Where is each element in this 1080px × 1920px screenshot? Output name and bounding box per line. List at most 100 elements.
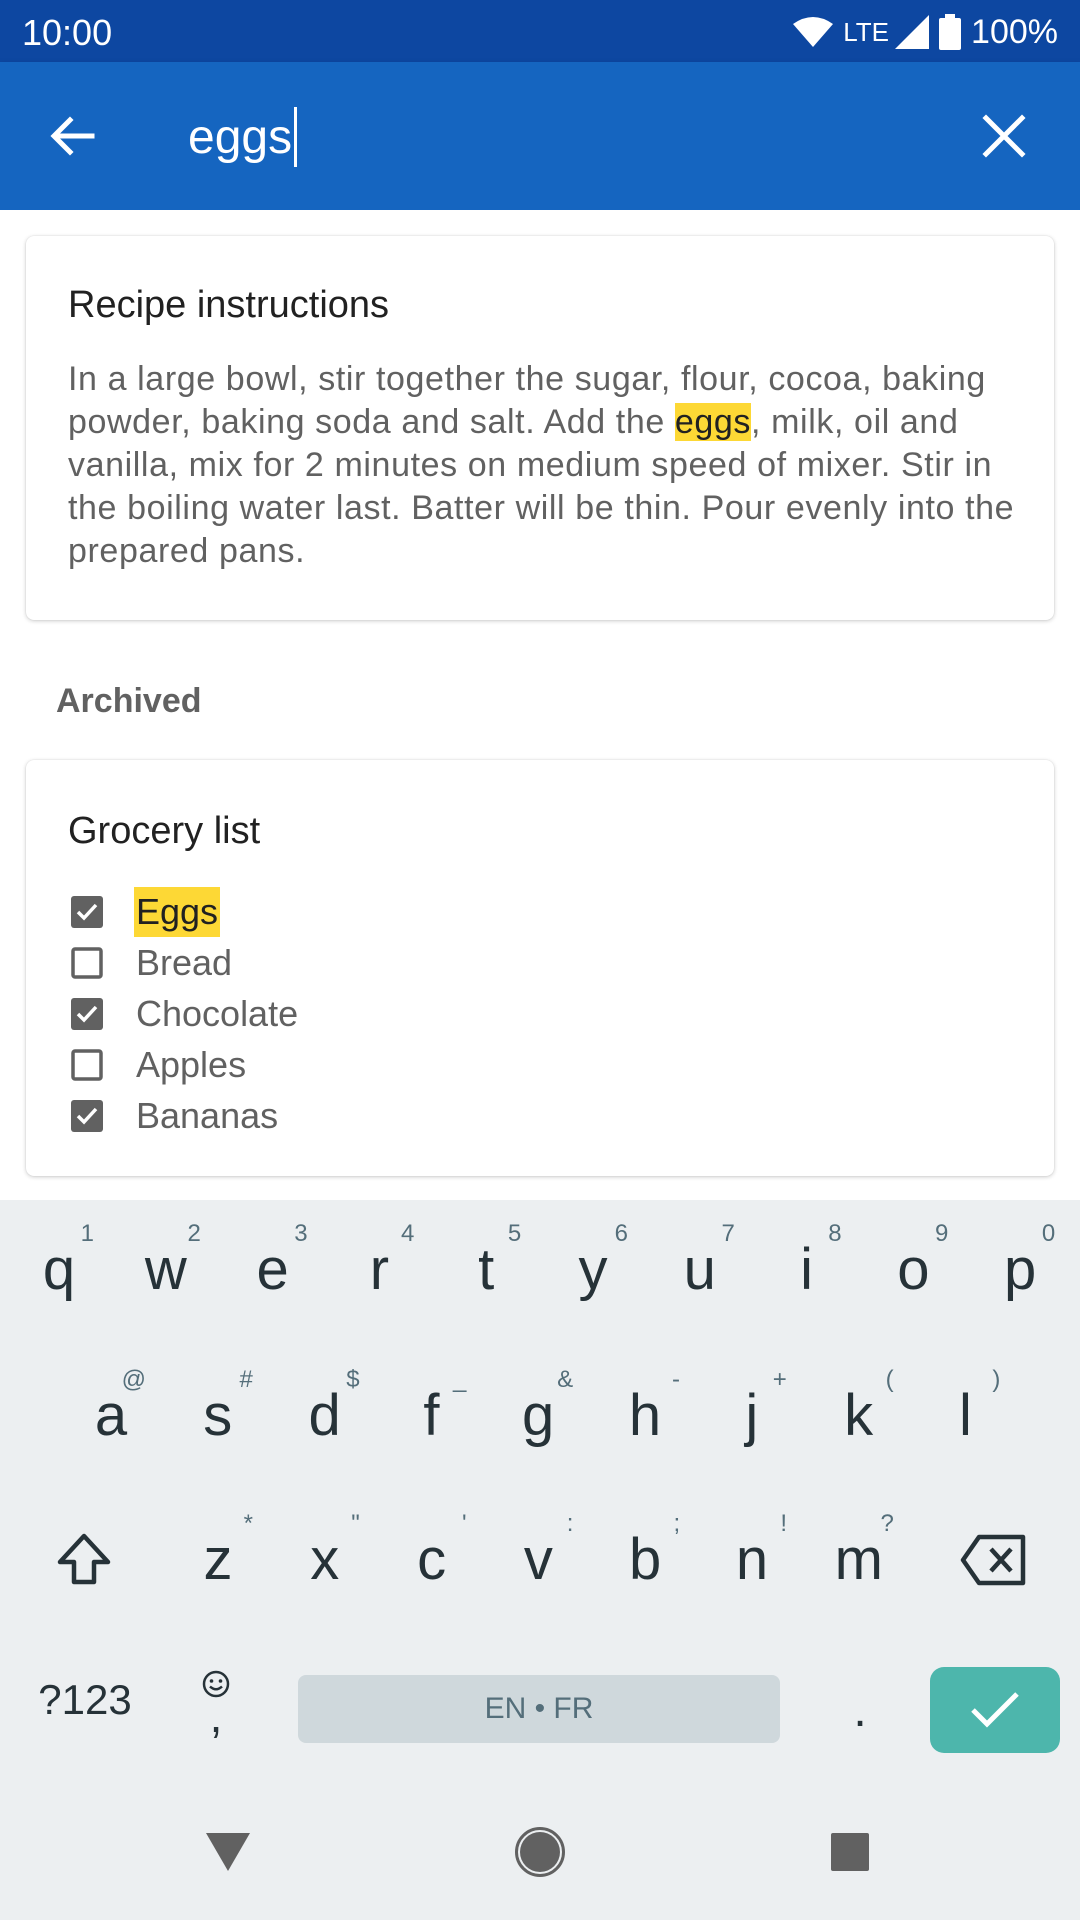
key-o[interactable]: o9 [860, 1200, 966, 1340]
navigation-bar [0, 1782, 1080, 1920]
key-label: a [94, 1383, 128, 1448]
nav-recents-icon[interactable] [810, 1812, 890, 1892]
key-h[interactable]: h- [592, 1346, 698, 1486]
key-x[interactable]: x " [272, 1490, 378, 1630]
search-results: Recipe instructions In a large bowl, sti… [0, 210, 1080, 1200]
keyboard-row-1: q1w2e3r4t5y6u7i8o9p0 [0, 1200, 1080, 1340]
key-t[interactable]: t5 [433, 1200, 539, 1340]
key-label: p [1004, 1237, 1037, 1302]
key-hint: 2 [187, 1220, 201, 1247]
key-v[interactable]: v: [485, 1490, 591, 1630]
key-label: f [423, 1383, 440, 1448]
key-label: u [683, 1237, 716, 1302]
key-hint: : [566, 1510, 574, 1537]
note-card-grocery[interactable]: Grocery list Eggs Bread Chocolate Apples Ban… [26, 760, 1054, 1176]
key-b[interactable]: b; [592, 1490, 698, 1630]
key-k[interactable]: k( [806, 1346, 912, 1486]
network-type: LTE [843, 16, 890, 47]
key-label: b [629, 1527, 662, 1592]
key-hint: 8 [828, 1220, 842, 1247]
key-a[interactable]: a @ [58, 1346, 164, 1486]
checkbox-checked-icon[interactable] [70, 997, 104, 1031]
key-label: n [735, 1527, 769, 1592]
backspace-key[interactable] [934, 1490, 1054, 1630]
key-hint: $ [346, 1366, 360, 1393]
key-z[interactable]: z * [165, 1490, 271, 1630]
comma-label: , [209, 1690, 223, 1742]
checkbox-checked-icon[interactable] [70, 1099, 104, 1133]
key-hint: ' [462, 1510, 467, 1537]
key-label: o [897, 1237, 930, 1302]
nav-back-icon[interactable] [188, 1812, 268, 1892]
checklist-item-label: Apples [136, 1043, 247, 1085]
key-hint: * [243, 1510, 253, 1537]
key-i[interactable]: i8 [754, 1200, 860, 1340]
key-j[interactable]: j + [699, 1346, 805, 1486]
key-s[interactable]: s # [165, 1346, 271, 1486]
key-u[interactable]: u7 [647, 1200, 753, 1340]
key-y[interactable]: y6 [540, 1200, 646, 1340]
nav-home-icon[interactable] [500, 1812, 580, 1892]
key-label: z [203, 1527, 233, 1592]
symbols-key[interactable]: ?123 [20, 1640, 150, 1760]
key-e[interactable]: e3 [220, 1200, 326, 1340]
key-hint: ? [880, 1510, 894, 1537]
wifi-icon [793, 16, 834, 48]
back-arrow-icon[interactable] [42, 106, 102, 166]
key-hint: & [557, 1366, 574, 1393]
soft-keyboard: q1w2e3r4t5y6u7i8o9p0 a @ s # d $ f _ g & h - j + k(l) … [0, 1200, 1080, 1782]
key-label: t [478, 1237, 495, 1302]
shift-key[interactable] [24, 1490, 144, 1630]
checkbox-checked-icon[interactable] [70, 895, 104, 929]
checklist-item[interactable]: Bread [70, 937, 300, 988]
key-n[interactable]: n! [699, 1490, 805, 1630]
search-input[interactable]: eggs [188, 102, 948, 172]
key-g[interactable]: g & [485, 1346, 591, 1486]
key-label: l [958, 1383, 972, 1448]
close-icon[interactable] [974, 106, 1034, 166]
search-query: eggs [188, 110, 293, 164]
key-p[interactable]: p0 [967, 1200, 1073, 1340]
key-hint: " [351, 1510, 360, 1537]
key-m[interactable]: m? [806, 1490, 912, 1630]
key-hint: 1 [80, 1220, 94, 1247]
key-l[interactable]: l) [912, 1346, 1018, 1486]
checklist-item-label: Chocolate [136, 992, 299, 1034]
note-card-recipe[interactable]: Recipe instructions In a large bowl, sti… [26, 236, 1054, 620]
key-hint: + [772, 1366, 787, 1393]
key-label: g [522, 1383, 555, 1448]
key-label: j [745, 1383, 759, 1448]
checklist: Eggs Bread Chocolate Apples Bananas [70, 886, 300, 1141]
status-bar: 10:00 LTE 100% [0, 0, 1080, 62]
checklist-item[interactable]: Apples [70, 1039, 300, 1090]
emoji-key[interactable]: , [176, 1640, 256, 1760]
checklist-item[interactable]: Eggs [70, 886, 300, 937]
checkbox-unchecked-icon[interactable] [70, 946, 104, 980]
key-q[interactable]: q1 [6, 1200, 112, 1340]
key-r[interactable]: r4 [326, 1200, 432, 1340]
key-hint: 3 [294, 1220, 308, 1247]
key-hint: ; [673, 1510, 681, 1537]
key-label: k [844, 1383, 874, 1448]
note-body: In a large bowl, stir together the sugar… [68, 358, 1018, 573]
key-hint: 6 [614, 1220, 628, 1247]
key-c[interactable]: c ' [379, 1490, 485, 1630]
search-highlight: eggs [674, 403, 752, 441]
key-w[interactable]: w2 [113, 1200, 219, 1340]
key-f[interactable]: f _ [378, 1346, 484, 1486]
period-key[interactable]: . [820, 1640, 900, 1760]
key-d[interactable]: d $ [272, 1346, 378, 1486]
key-label: x [310, 1527, 340, 1592]
checklist-item[interactable]: Chocolate [70, 988, 300, 1039]
key-hint: - [672, 1366, 680, 1393]
keyboard-row-2: a @ s # d $ f _ g & h - j + k(l) [0, 1346, 1080, 1486]
checklist-item[interactable]: Bananas [70, 1090, 300, 1141]
enter-key[interactable] [930, 1667, 1060, 1753]
key-label: w [144, 1237, 187, 1302]
key-label: r [369, 1237, 390, 1302]
space-bar[interactable]: EN • FR [298, 1675, 780, 1743]
key-hint: ( [885, 1366, 894, 1393]
signal-icon [895, 15, 930, 49]
key-label: c [417, 1527, 447, 1592]
checkbox-unchecked-icon[interactable] [70, 1048, 104, 1082]
